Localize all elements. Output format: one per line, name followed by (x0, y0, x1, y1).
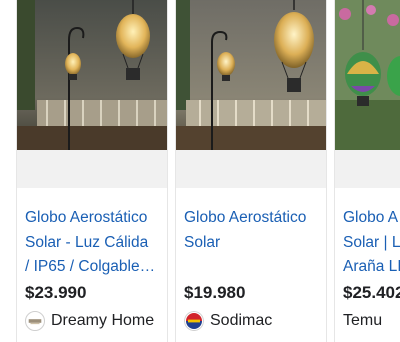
store-name: Sodimac (210, 312, 273, 329)
sodimac-logo-icon (184, 311, 204, 331)
title-line: Globo Aerostático (25, 209, 148, 226)
title-line: Globo A (343, 209, 399, 226)
product-title-link[interactable]: Globo Aerostático Solar - Luz Cálida / I… (25, 206, 163, 280)
product-price: $25.402 (343, 283, 400, 302)
balloon-lantern-photo (335, 0, 400, 150)
title-line: Solar - Luz Cálida (25, 233, 149, 251)
store-info[interactable]: Sodimac (184, 310, 272, 332)
title-line: Araña LI (343, 258, 400, 275)
product-card[interactable]: Globo Aerostático Solar $19.980 Sodimac (175, 0, 327, 342)
store-info[interactable]: Dreamy Home (25, 310, 154, 332)
store-name: Dreamy Home (51, 312, 155, 329)
title-line: Solar | L (343, 233, 400, 251)
balloon-lantern-photo (17, 0, 167, 150)
product-results-carousel: Globo Aerostático Solar - Luz Cálida / I… (0, 0, 400, 342)
product-price: $19.980 (184, 283, 246, 302)
product-price: $23.990 (25, 283, 87, 302)
title-line: Globo Aerostático (184, 209, 307, 226)
title-line: / IP65 / Colgable… (25, 258, 156, 275)
dreamy-home-logo-icon (25, 311, 45, 331)
product-title-link[interactable]: Globo A Solar | L Araña LI (343, 206, 400, 280)
balloon-lantern-photo (176, 0, 326, 150)
product-card[interactable]: Globo A Solar | L Araña LI $25.402 Temu (334, 0, 400, 342)
store-name: Temu (343, 312, 383, 329)
product-card[interactable]: Globo Aerostático Solar - Luz Cálida / I… (16, 0, 168, 342)
product-title-link[interactable]: Globo Aerostático Solar (184, 206, 322, 255)
product-image[interactable] (335, 0, 400, 188)
product-image[interactable] (176, 0, 326, 188)
store-info[interactable]: Temu (343, 310, 382, 332)
product-image[interactable] (17, 0, 167, 188)
title-line: Solar (184, 233, 221, 251)
